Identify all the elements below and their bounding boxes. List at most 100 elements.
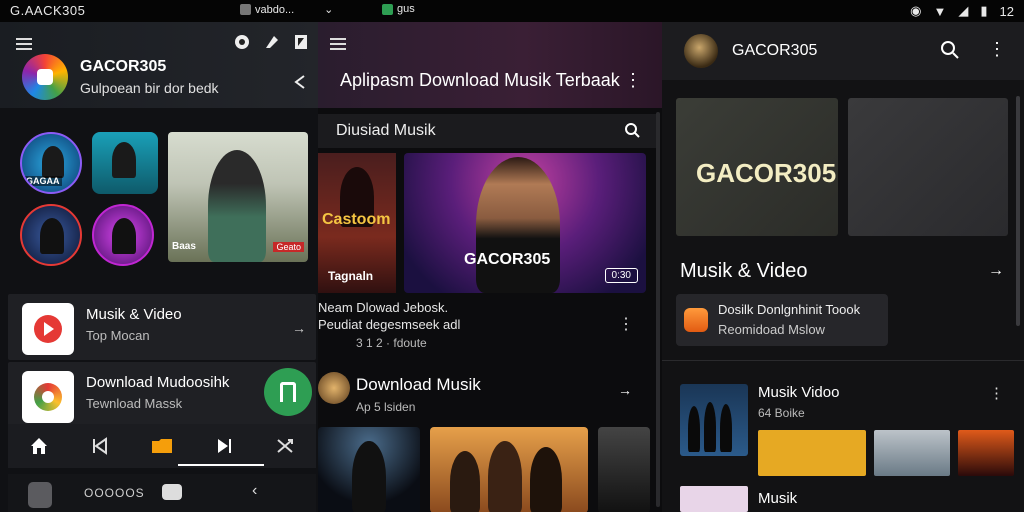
download-app-icon bbox=[22, 371, 74, 423]
promo-line-1: Dosilk Donlgnhinit Toook bbox=[718, 302, 861, 317]
timer-icon[interactable] bbox=[234, 34, 250, 50]
video-more-icon[interactable]: ⋮ bbox=[618, 314, 634, 334]
app-subtitle: Gulpoean bir dor bedk bbox=[80, 80, 219, 96]
app-title: GACOR305 bbox=[80, 58, 167, 75]
album-card-left[interactable]: Castoom Tagnaln bbox=[318, 153, 396, 293]
status-notification-text: vabdo... bbox=[255, 3, 295, 16]
header-actions bbox=[234, 34, 308, 50]
shuffle-icon[interactable] bbox=[275, 436, 295, 456]
music-video-thumbnail[interactable] bbox=[680, 384, 748, 456]
panel-home: GACOR305 Gulpoean bir dor bedk GAGAA Baa… bbox=[0, 22, 318, 512]
home-icon[interactable] bbox=[29, 436, 49, 456]
video-description-line-1: Neam Dlowad Jebosk. bbox=[318, 300, 449, 315]
thumb-artist-2[interactable] bbox=[92, 132, 158, 194]
search-icon-2[interactable] bbox=[940, 40, 960, 60]
music-video-more-icon[interactable]: ⋮ bbox=[989, 384, 1004, 402]
share-icon[interactable] bbox=[292, 74, 306, 90]
list-item-musik-video[interactable]: Musik & Video Top Mocan → bbox=[8, 294, 316, 360]
music-tile-2[interactable] bbox=[874, 430, 950, 476]
edit-icon[interactable] bbox=[264, 34, 280, 50]
wifi-icon: ▼ bbox=[933, 3, 947, 19]
next-icon[interactable] bbox=[214, 436, 234, 456]
app-logo bbox=[22, 54, 68, 100]
thumb-artist-1[interactable]: GAGAA bbox=[20, 132, 82, 194]
thumb-artist-1-label: GAGAA bbox=[24, 176, 62, 186]
app-screen: G.AACK305 vabdo... ⌄ gus ◉ ▼ ◢ ▮ 12 GACO… bbox=[0, 0, 1024, 512]
notification-icon bbox=[240, 4, 251, 15]
bottom-title[interactable]: Musik bbox=[758, 490, 797, 507]
promo-line-2: Reomidoad Mslow bbox=[718, 322, 825, 337]
bottom-toolbar-text: OOOOOS bbox=[84, 486, 145, 500]
featured-video-card[interactable]: GACOR305 0:30 bbox=[404, 153, 646, 293]
list-item-subtitle-2: Tewnload Massk bbox=[86, 396, 183, 411]
download-section-title[interactable]: Download Musik bbox=[356, 375, 481, 395]
signal-icon: ◢ bbox=[958, 3, 969, 18]
status-notification-2-text: gus bbox=[397, 3, 415, 15]
divider bbox=[662, 360, 1024, 361]
more-options-icon-2[interactable]: ⋮ bbox=[988, 39, 1006, 60]
alarm-icon: ◉ bbox=[910, 3, 922, 18]
album-card-left-label: Tagnaln bbox=[328, 269, 374, 283]
status-notification: vabdo... ⌄ bbox=[240, 3, 333, 16]
search-icon[interactable] bbox=[624, 122, 640, 138]
download-item-3[interactable] bbox=[598, 427, 650, 512]
promo-card[interactable]: Dosilk Donlgnhinit Toook Reomidoad Mslow bbox=[676, 294, 888, 346]
music-tile-3[interactable] bbox=[958, 430, 1014, 476]
featured-hero-image[interactable]: Baas Geato bbox=[168, 132, 308, 262]
more-options-icon[interactable]: ⋮ bbox=[624, 70, 642, 91]
chat-icon[interactable] bbox=[162, 484, 182, 500]
banner-secondary[interactable] bbox=[848, 98, 1008, 236]
folder-icon[interactable] bbox=[151, 436, 173, 456]
search-input[interactable]: Diusiad Musik bbox=[336, 122, 436, 140]
thumb-artist-4[interactable] bbox=[92, 204, 154, 266]
menu-icon-2[interactable] bbox=[330, 38, 346, 50]
featured-video-title: GACOR305 bbox=[464, 251, 551, 268]
avatar[interactable] bbox=[684, 34, 718, 68]
download-avatar bbox=[318, 372, 350, 404]
arrow-right-icon: → bbox=[292, 320, 306, 336]
list-item-title: Musik & Video bbox=[86, 306, 182, 323]
scrollbar-2[interactable] bbox=[1016, 96, 1020, 326]
panel-library: GACOR305 ⋮ GACOR305 Musik & Video → Dosi… bbox=[662, 22, 1024, 512]
download-section-subtitle: Ap 5 lsiden bbox=[356, 400, 416, 414]
arrow-right-icon-3[interactable]: → bbox=[988, 262, 1004, 280]
list-item-subtitle: Top Mocan bbox=[86, 328, 150, 343]
album-card-left-title: Castoom bbox=[322, 211, 391, 228]
section-title: Musik & Video bbox=[680, 260, 808, 282]
chevron-down-icon: ⌄ bbox=[324, 4, 334, 16]
video-description-line-2: Peudiat degesmseek adl bbox=[318, 317, 461, 332]
scrollbar[interactable] bbox=[656, 112, 660, 507]
thumb-artist-3[interactable] bbox=[20, 204, 82, 266]
featured-thumbnails: GAGAA Baas Geato bbox=[8, 122, 314, 292]
list-item-title-2: Download Mudoosihk bbox=[86, 374, 230, 391]
music-tile-1[interactable] bbox=[758, 430, 866, 476]
music-video-subtitle: 64 Boike bbox=[758, 406, 805, 420]
hero-label-right: Geato bbox=[273, 242, 304, 252]
video-app-icon bbox=[22, 303, 74, 355]
battery-icon: ▮ bbox=[980, 3, 988, 18]
arrow-right-icon-2[interactable]: → bbox=[618, 382, 632, 398]
status-time: 12 bbox=[999, 3, 1014, 19]
library-title: GACOR305 bbox=[732, 42, 818, 59]
download-item-2[interactable] bbox=[430, 427, 588, 512]
video-meta: 3 1 2 · fdoute bbox=[356, 336, 427, 350]
previous-icon[interactable] bbox=[90, 436, 110, 456]
brand-banner-text: GACOR305 bbox=[696, 158, 837, 188]
status-notification-2: gus bbox=[382, 3, 415, 15]
music-video-title[interactable]: Musik Vidoo bbox=[758, 384, 839, 401]
download-item-1[interactable] bbox=[318, 427, 420, 512]
search-bar[interactable]: Diusiad Musik bbox=[318, 114, 656, 148]
video-duration-badge: 0:30 bbox=[604, 268, 638, 283]
hero-label-left: Baas bbox=[172, 241, 196, 252]
bottom-toolbar: OOOOOS ‹ bbox=[8, 474, 316, 512]
bottom-thumbnail[interactable] bbox=[680, 486, 748, 512]
menu-icon[interactable] bbox=[16, 38, 32, 50]
nav-active-indicator bbox=[178, 464, 264, 466]
page-title: Aplipasm Download Musik Terbaak bbox=[340, 70, 620, 90]
back-icon[interactable]: ‹ bbox=[252, 482, 257, 500]
notification-icon-2 bbox=[382, 3, 393, 15]
play-fab-button[interactable] bbox=[264, 368, 312, 416]
lock-icon[interactable] bbox=[28, 482, 52, 508]
status-icons: ◉ ▼ ◢ ▮ 12 bbox=[910, 3, 1014, 19]
bookmark-icon[interactable] bbox=[294, 34, 308, 50]
